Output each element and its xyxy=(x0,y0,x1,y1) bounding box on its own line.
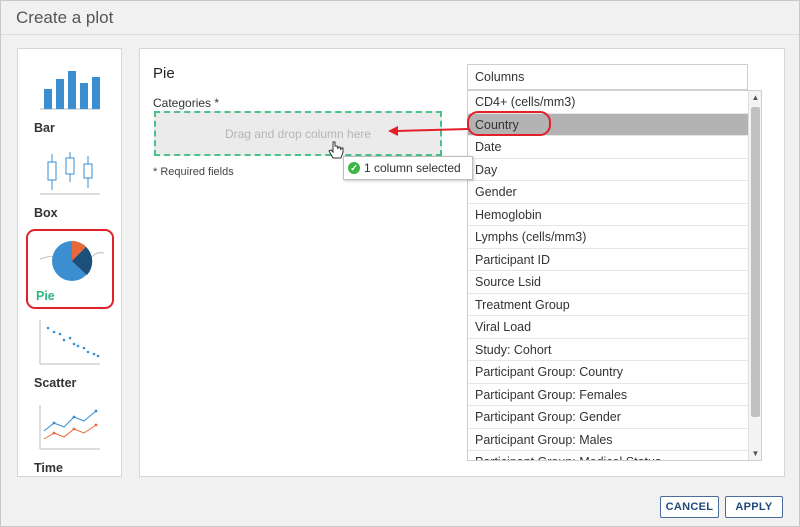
panel-heading: Pie xyxy=(153,65,175,82)
country-highlight-ring xyxy=(467,111,551,136)
drag-tooltip-text: 1 column selected xyxy=(364,161,461,175)
bar-chart-icon xyxy=(40,71,100,110)
chart-type-scatter[interactable]: Scatter xyxy=(26,314,114,394)
title-divider xyxy=(1,34,799,35)
chart-type-time[interactable]: Time xyxy=(26,399,114,479)
columns-scrollbar[interactable]: ▲ ▼ xyxy=(748,91,761,460)
list-item[interactable]: Participant Group: Medical Status xyxy=(468,451,749,460)
list-item[interactable]: Day xyxy=(468,159,749,181)
chart-type-label: Scatter xyxy=(34,376,77,390)
drag-arrow-icon xyxy=(388,126,469,136)
list-item[interactable]: Date xyxy=(468,136,749,159)
list-item[interactable]: Participant Group: Males xyxy=(468,429,749,451)
list-item[interactable]: Participant ID xyxy=(468,249,749,271)
required-note: * Required fields xyxy=(153,166,234,178)
chart-type-pie[interactable]: Pie xyxy=(26,229,114,309)
chart-type-panel: Bar Box Pie Scatter Time xyxy=(17,48,122,477)
cancel-button[interactable]: CANCEL xyxy=(660,496,719,518)
time-chart-icon xyxy=(39,405,100,450)
scrollbar-thumb[interactable] xyxy=(751,107,760,417)
chart-type-label: Bar xyxy=(34,121,55,135)
list-item[interactable]: Study: Cohort xyxy=(468,339,749,361)
create-plot-dialog: Create a plot Bar Box Pie Scatter Time P… xyxy=(0,0,800,527)
columns-header: Columns xyxy=(467,64,748,90)
box-plot-icon xyxy=(40,152,100,195)
chart-type-label: Time xyxy=(34,461,63,475)
list-item[interactable]: Participant Group: Gender xyxy=(468,406,749,429)
list-item[interactable]: Hemoglobin xyxy=(468,204,749,226)
scroll-down-icon[interactable]: ▼ xyxy=(749,447,761,460)
drag-tooltip: ✓ 1 column selected xyxy=(343,156,473,180)
dropzone-text: Drag and drop column here xyxy=(224,126,372,141)
categories-label: Categories * xyxy=(153,96,220,110)
plot-config-panel: Pie Categories * Drag and drop column he… xyxy=(139,48,785,477)
scroll-up-icon[interactable]: ▲ xyxy=(749,91,761,104)
pie-chart-icon xyxy=(40,241,104,281)
list-item[interactable]: Source Lsid xyxy=(468,271,749,294)
list-item[interactable]: Lymphs (cells/mm3) xyxy=(468,226,749,249)
apply-button[interactable]: APPLY xyxy=(725,496,783,518)
list-item[interactable]: Participant Group: Country xyxy=(468,361,749,384)
list-item[interactable]: Viral Load xyxy=(468,316,749,339)
scatter-plot-icon xyxy=(39,320,100,365)
columns-list: CD4+ (cells/mm3) Country Date Day Gender… xyxy=(467,90,762,461)
list-item[interactable]: Treatment Group xyxy=(468,294,749,316)
list-item[interactable]: Participant Group: Females xyxy=(468,384,749,406)
chart-type-label: Box xyxy=(34,206,58,220)
chart-type-bar[interactable]: Bar xyxy=(26,59,114,139)
dialog-title: Create a plot xyxy=(16,8,114,27)
list-item[interactable]: Gender xyxy=(468,181,749,204)
check-circle-icon: ✓ xyxy=(348,162,360,174)
chart-type-label: Pie xyxy=(36,289,55,303)
chart-type-box[interactable]: Box xyxy=(26,144,114,224)
